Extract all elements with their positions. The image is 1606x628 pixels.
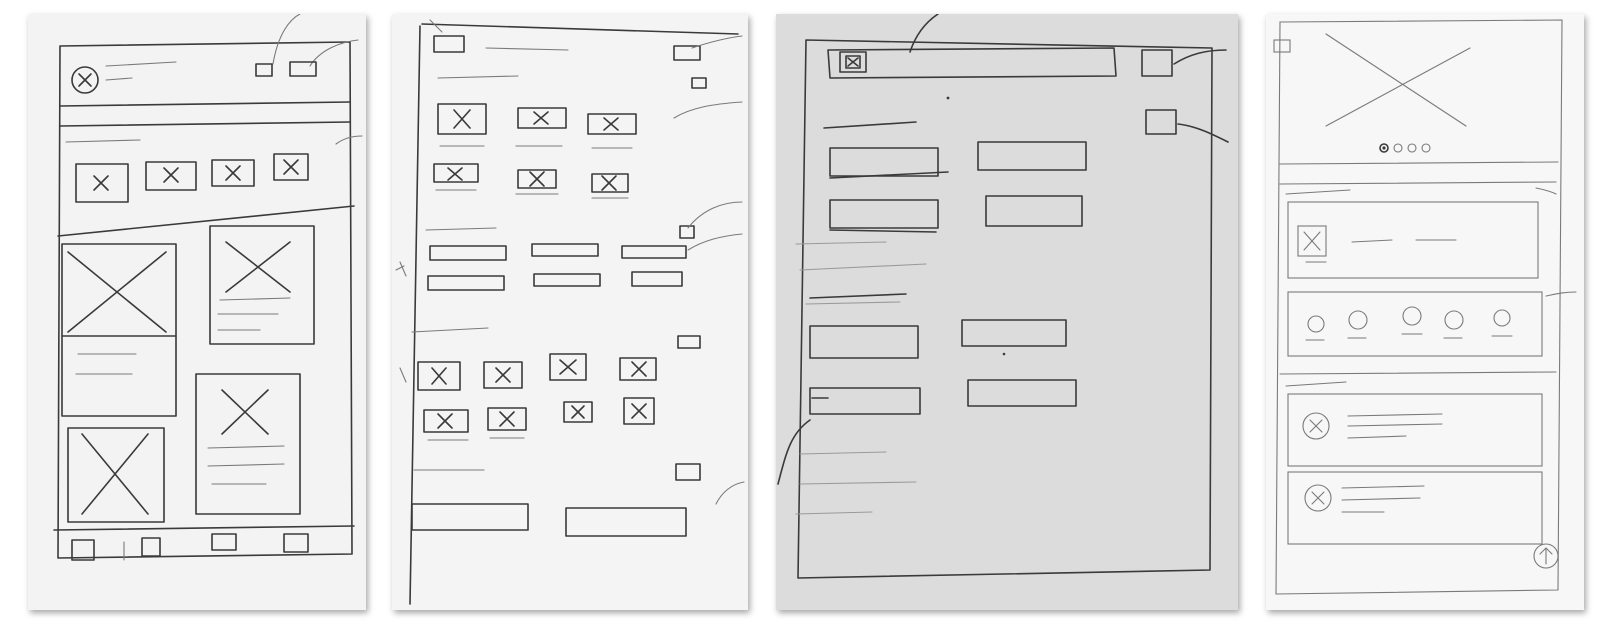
card-grid (61, 225, 315, 523)
side-box-button (1145, 109, 1177, 135)
sketch-sheet-grid (392, 14, 748, 610)
form-wireframe-drawing (777, 14, 1229, 579)
home-wireframe-drawing (53, 14, 363, 561)
list-card (1287, 201, 1539, 279)
sketch-sheet-detail (1266, 14, 1584, 610)
header-back-box (433, 35, 465, 53)
header-action-box (673, 45, 701, 61)
category-image-row (75, 153, 309, 203)
pagination-dots (1379, 143, 1431, 153)
icon-row (1287, 291, 1543, 357)
field-pairs-upper (829, 141, 1087, 233)
button-rows (427, 233, 743, 291)
icon-grid (417, 353, 657, 441)
header-action-box (255, 63, 273, 77)
image-thumbnail-grid (433, 103, 637, 199)
header-action-box (289, 61, 317, 77)
detail-wireframe-drawing (1273, 19, 1577, 595)
hero-image-placeholder (1279, 33, 1559, 165)
search-bar (827, 47, 1117, 79)
field-pairs-lower (809, 319, 1077, 415)
side-box-button (1141, 49, 1173, 77)
phone-outline (797, 39, 1213, 579)
phone-outline (57, 41, 353, 559)
sketch-sheet-home (28, 14, 366, 610)
phone-outline (1275, 19, 1563, 595)
sketch-sheet-form (776, 14, 1238, 610)
grid-wireframe-drawing (395, 19, 745, 605)
avatar-list-items (1287, 393, 1543, 545)
wide-buttons (411, 503, 687, 537)
